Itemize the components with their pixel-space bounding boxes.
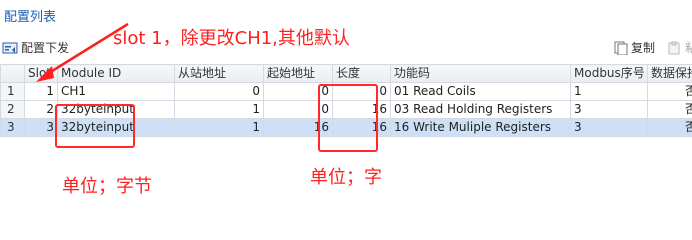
table-row[interactable]: 2 2 32byteinput 1 0 16 03 Read Holding R… xyxy=(0,100,692,119)
cell-slot[interactable]: 3 xyxy=(24,118,58,137)
cell-slot[interactable]: 2 xyxy=(24,100,58,119)
cell-data-hold[interactable]: 否 xyxy=(647,82,692,101)
row-number: 2 xyxy=(0,100,25,119)
paste-icon xyxy=(668,41,680,54)
copy-icon xyxy=(614,41,628,55)
col-header-start-address[interactable]: 起始地址 xyxy=(263,64,333,83)
cell-data-hold[interactable]: 否 xyxy=(647,118,692,137)
cell-slave-address[interactable]: 1 xyxy=(174,100,264,119)
cell-modbus-index[interactable]: 1 xyxy=(570,82,648,101)
cell-modbus-index[interactable]: 3 xyxy=(570,100,648,119)
dispatch-icon xyxy=(2,42,18,53)
cell-start-address[interactable]: 0 xyxy=(263,100,333,119)
copy-label: 复制 xyxy=(631,41,656,55)
cell-data-hold[interactable]: 否 xyxy=(647,100,692,119)
cell-length[interactable]: 16 xyxy=(332,100,391,119)
copy-button[interactable]: 复制 xyxy=(612,39,655,56)
col-header-modbus-index[interactable]: Modbus序号 xyxy=(570,64,648,83)
cell-slave-address[interactable]: 0 xyxy=(174,82,264,101)
paste-label: 粘 xyxy=(685,41,692,55)
annotation-unit-byte: 单位；字节 xyxy=(62,176,152,197)
cell-function-code[interactable]: 01 Read Coils xyxy=(390,82,571,101)
cell-slave-address[interactable]: 1 xyxy=(174,118,264,137)
col-header-data-hold[interactable]: 数据保持 xyxy=(647,64,692,83)
cell-modbus-index[interactable]: 3 xyxy=(570,118,648,137)
paste-button[interactable]: 粘 xyxy=(666,39,692,56)
col-header-function-code[interactable]: 功能码 xyxy=(390,64,571,83)
cell-function-code[interactable]: 03 Read Holding Registers xyxy=(390,100,571,119)
annotation-slot-note: slot 1，除更改CH1,其他默认 xyxy=(113,28,350,49)
col-header-slave-address[interactable]: 从站地址 xyxy=(174,64,264,83)
col-header-rownum xyxy=(0,64,25,83)
cell-function-code[interactable]: 16 Write Muliple Registers xyxy=(390,118,571,137)
cell-length[interactable]: 16 xyxy=(332,118,391,137)
cell-module-id[interactable]: 32byteinput xyxy=(57,100,175,119)
cell-start-address[interactable]: 0 xyxy=(263,82,333,101)
cell-module-id[interactable]: 32byteinput xyxy=(57,118,175,137)
row-number: 3 xyxy=(0,118,25,137)
table-row-selected[interactable]: 3 3 32byteinput 1 16 16 16 Write Muliple… xyxy=(0,118,692,137)
col-header-length[interactable]: 长度 xyxy=(332,64,391,83)
annotation-unit-word: 单位；字 xyxy=(310,167,382,188)
cell-length[interactable]: 0 xyxy=(332,82,391,101)
cell-start-address[interactable]: 16 xyxy=(263,118,333,137)
row-number: 1 xyxy=(0,82,25,101)
